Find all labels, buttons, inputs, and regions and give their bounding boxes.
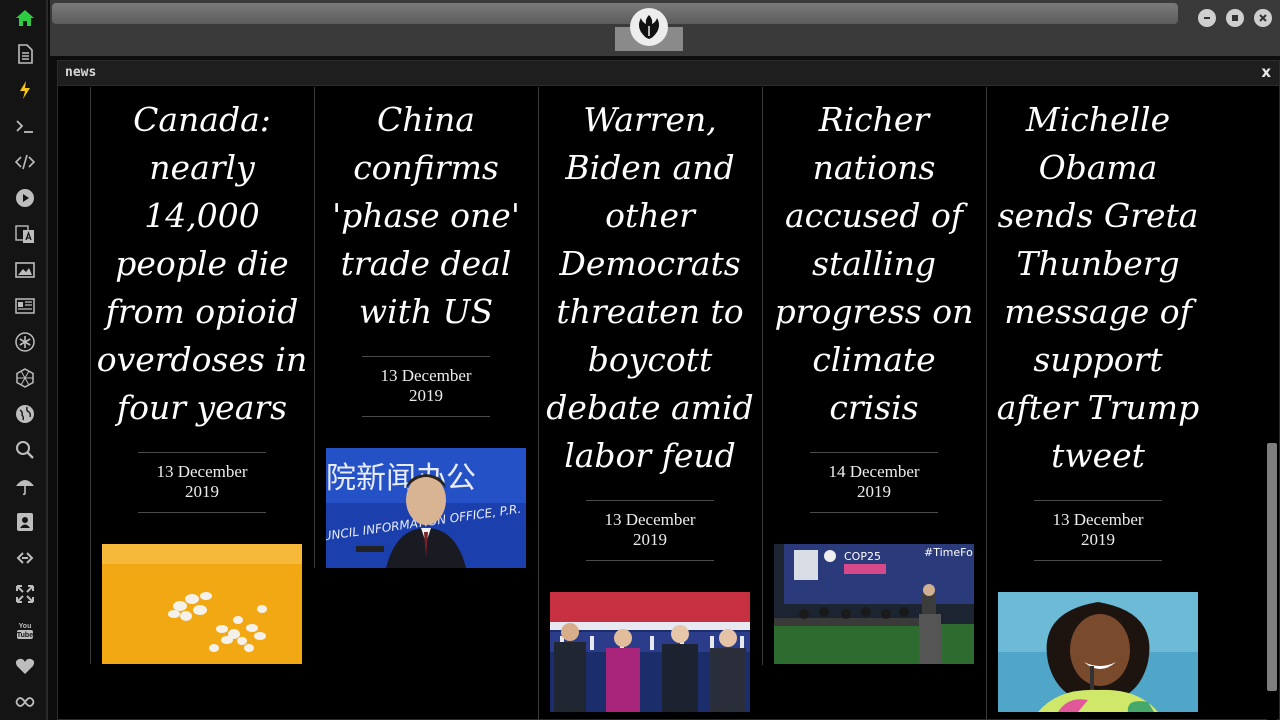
translate-icon[interactable] bbox=[14, 223, 36, 245]
article-date: 14 December 2019 bbox=[828, 462, 920, 501]
infinity-icon[interactable] bbox=[14, 691, 36, 713]
news-article-card[interactable]: Warren, Biden and other Democrats threat… bbox=[539, 87, 761, 561]
article-date: 13 December 2019 bbox=[604, 510, 696, 549]
article-date-block: 13 December 2019 bbox=[138, 452, 266, 513]
terminal-icon[interactable] bbox=[14, 115, 36, 137]
article-headline[interactable]: Michelle Obama sends Greta Thunberg mess… bbox=[991, 96, 1205, 480]
umbrella-icon[interactable] bbox=[14, 475, 36, 497]
pills-on-orange-image[interactable] bbox=[102, 544, 302, 664]
code-icon[interactable] bbox=[14, 151, 36, 173]
top-bar bbox=[50, 0, 1280, 56]
maximize-button[interactable] bbox=[1226, 9, 1244, 27]
globe-icon[interactable] bbox=[14, 403, 36, 425]
heart-icon[interactable] bbox=[14, 655, 36, 677]
lightning-icon[interactable] bbox=[14, 79, 36, 101]
article-date: 13 December 2019 bbox=[380, 366, 472, 405]
minimize-button[interactable] bbox=[1198, 9, 1216, 27]
search-icon[interactable] bbox=[14, 439, 36, 461]
candidates-on-stage-image[interactable] bbox=[550, 592, 750, 712]
document-icon[interactable] bbox=[14, 43, 36, 65]
article-headline[interactable]: Richer nations accused of stalling progr… bbox=[767, 96, 981, 432]
svg-text:Tube: Tube bbox=[17, 632, 33, 639]
image-banner-subtext: #TimeFo bbox=[924, 546, 973, 559]
article-date-block: 13 December 2019 bbox=[362, 356, 490, 417]
article-date-block: 13 December 2019 bbox=[1034, 500, 1162, 561]
article-date-block: 14 December 2019 bbox=[810, 452, 938, 513]
youtube-icon[interactable]: You Tube bbox=[14, 619, 36, 641]
image-icon[interactable] bbox=[14, 259, 36, 281]
news-close-button[interactable]: x bbox=[1261, 63, 1271, 81]
address-bar[interactable] bbox=[52, 3, 1178, 24]
article-headline[interactable]: Canada: nearly 14,000 people die from op… bbox=[95, 96, 309, 432]
article-headline[interactable]: Warren, Biden and other Democrats threat… bbox=[543, 96, 757, 480]
scrollbar-thumb[interactable] bbox=[1267, 443, 1277, 691]
news-article-card[interactable]: Richer nations accused of stalling progr… bbox=[763, 87, 985, 513]
rebel-alliance-logo-icon[interactable] bbox=[630, 8, 668, 46]
image-banner-text: COP25 bbox=[844, 550, 881, 563]
expand-icon[interactable] bbox=[14, 583, 36, 605]
article-date: 13 December 2019 bbox=[1052, 510, 1144, 549]
news-window-title: news bbox=[65, 65, 97, 80]
image-banner-text: 院新闻办公 bbox=[326, 461, 476, 496]
svg-text:You: You bbox=[19, 623, 32, 630]
news-article-card[interactable]: Canada: nearly 14,000 people die from op… bbox=[91, 87, 313, 513]
article-date: 13 December 2019 bbox=[156, 462, 248, 501]
link-icon[interactable] bbox=[14, 547, 36, 569]
contact-card-icon[interactable] bbox=[14, 511, 36, 533]
news-article-card[interactable]: China confirms 'phase one' trade deal wi… bbox=[315, 87, 537, 417]
asterisk-icon[interactable] bbox=[14, 331, 36, 353]
article-date-block: 13 December 2019 bbox=[586, 500, 714, 561]
press-conference-image[interactable]: 院新闻办公 UNCIL INFORMATION OFFICE, P.R. bbox=[326, 448, 526, 568]
home-icon[interactable] bbox=[14, 7, 36, 29]
play-icon[interactable] bbox=[14, 187, 36, 209]
hexagon-icon[interactable] bbox=[14, 367, 36, 389]
close-window-button[interactable] bbox=[1254, 9, 1272, 27]
news-window-header: news x bbox=[58, 61, 1279, 86]
newspaper-icon[interactable] bbox=[14, 295, 36, 317]
article-headline[interactable]: China confirms 'phase one' trade deal wi… bbox=[319, 96, 533, 336]
news-article-card[interactable]: Michelle Obama sends Greta Thunberg mess… bbox=[987, 87, 1209, 561]
sidebar-dock: You Tube bbox=[0, 0, 48, 720]
cop25-panel-image[interactable]: COP25 #TimeFo bbox=[774, 544, 974, 664]
michelle-obama-portrait-image[interactable] bbox=[998, 592, 1198, 712]
